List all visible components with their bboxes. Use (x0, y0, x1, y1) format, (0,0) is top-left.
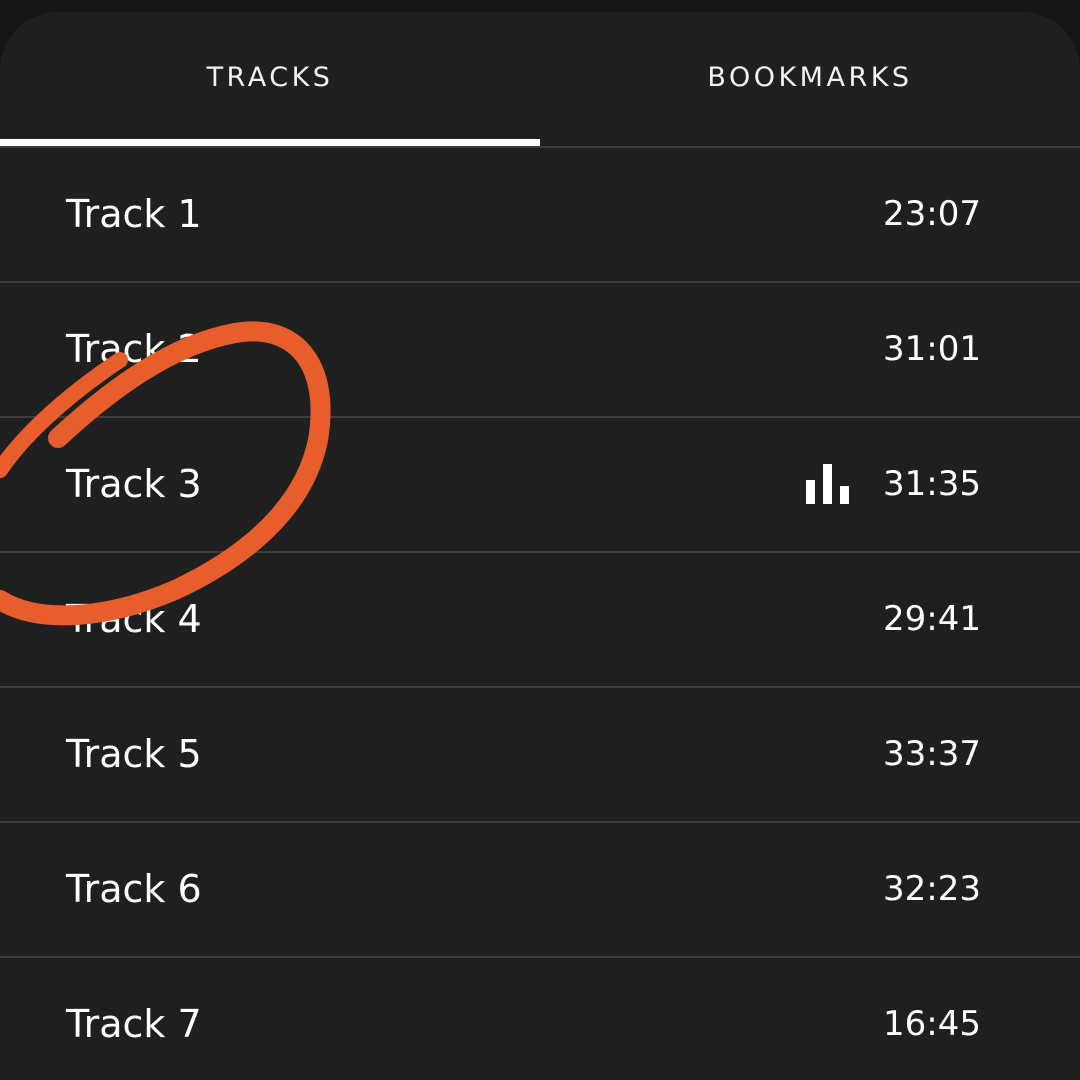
track-row[interactable]: Track 2 31:01 (0, 283, 1080, 418)
tab-bookmarks[interactable]: BOOKMARKS (540, 12, 1080, 146)
track-duration: 23:07 (883, 194, 981, 234)
tab-bar: TRACKS BOOKMARKS (0, 12, 1080, 148)
track-row-now-playing[interactable]: Track 3 31:35 (0, 418, 1080, 553)
track-row[interactable]: Track 5 33:37 (0, 688, 1080, 823)
track-duration: 31:01 (883, 329, 981, 369)
track-row[interactable]: Track 7 16:45 (0, 958, 1080, 1080)
tab-bookmarks-label: BOOKMARKS (707, 61, 913, 93)
tab-tracks-label: TRACKS (206, 61, 334, 93)
track-duration: 16:45 (883, 1004, 981, 1044)
active-tab-indicator (0, 139, 540, 146)
track-name: Track 6 (66, 867, 202, 911)
track-name: Track 7 (66, 1002, 202, 1046)
track-duration: 31:35 (883, 464, 981, 504)
track-duration: 32:23 (883, 869, 981, 909)
track-duration: 33:37 (883, 734, 981, 774)
track-list: Track 1 23:07 Track 2 31:01 Track 3 31:3… (0, 148, 1080, 1080)
track-list-sheet: TRACKS BOOKMARKS Track 1 23:07 Track 2 3… (0, 12, 1080, 1080)
track-name: Track 4 (66, 597, 202, 641)
track-row[interactable]: Track 1 23:07 (0, 148, 1080, 283)
equalizer-bars-icon (806, 464, 849, 504)
tab-tracks[interactable]: TRACKS (0, 12, 540, 146)
track-name: Track 1 (66, 192, 202, 236)
track-row[interactable]: Track 6 32:23 (0, 823, 1080, 958)
track-row[interactable]: Track 4 29:41 (0, 553, 1080, 688)
track-name: Track 2 (66, 327, 202, 371)
track-duration: 29:41 (883, 599, 981, 639)
track-name: Track 5 (66, 732, 202, 776)
track-name: Track 3 (66, 462, 202, 506)
